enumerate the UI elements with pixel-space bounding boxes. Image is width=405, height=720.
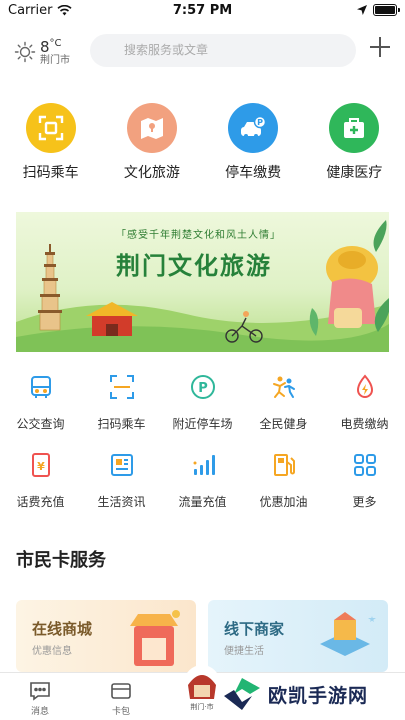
service-label: 话费充值	[16, 495, 65, 509]
service-label: 流量充值	[178, 495, 227, 509]
service-bus-query[interactable]: 公交查询	[0, 372, 81, 450]
car-parking-icon: P	[228, 103, 279, 153]
signal-icon	[188, 450, 218, 480]
banner-headline: 荆门文化旅游	[116, 252, 272, 280]
watermark-text: 欧凯手游网	[268, 684, 369, 707]
search-placeholder: 搜索服务或文章	[124, 43, 209, 57]
grid-icon	[350, 450, 380, 480]
status-right	[357, 4, 400, 16]
service-fuel-discount[interactable]: 优惠加油	[243, 450, 324, 528]
service-nearby-parking[interactable]: P 附近停车场	[162, 372, 243, 450]
tab-messages[interactable]: 消息	[15, 681, 65, 717]
tab-center-label: 荆门·市	[190, 702, 213, 711]
fuel-icon	[269, 450, 299, 480]
service-label: 生活资讯	[97, 495, 146, 509]
svg-text:¥: ¥	[37, 460, 45, 473]
service-label: 更多	[352, 495, 377, 509]
service-label: 优惠加油	[259, 495, 308, 509]
location-arrow-icon	[357, 5, 367, 15]
phone-bill-icon: ¥	[26, 450, 56, 480]
top-service-label: 停车缴费	[225, 165, 282, 181]
medical-kit-icon	[329, 103, 380, 153]
tab-wallet[interactable]: 卡包	[96, 681, 146, 717]
scan-icon	[107, 372, 137, 402]
temperature: 8°C	[40, 36, 70, 55]
service-more[interactable]: 更多	[324, 450, 405, 528]
message-icon	[30, 682, 50, 701]
bus-icon	[26, 372, 56, 402]
service-row: 公交查询 扫码乘车 P 附近停车场 全民健身 电费缴纳	[0, 372, 405, 450]
top-service-label: 健康医疗	[326, 165, 383, 181]
service-label: 电费缴纳	[340, 417, 389, 431]
service-phone-topup[interactable]: ¥ 话费充值	[0, 450, 81, 528]
news-icon	[107, 450, 137, 480]
clock: 7:57 PM	[172, 3, 233, 18]
tab-label: 卡包	[111, 707, 130, 717]
top-service-scan[interactable]: 扫码乘车	[0, 103, 101, 182]
service-label: 公交查询	[16, 417, 65, 431]
service-scan-ride[interactable]: 扫码乘车	[81, 372, 162, 450]
top-service-tourism[interactable]: 文化旅游	[101, 103, 202, 182]
weather-widget[interactable]: 8°C 荆门市	[14, 36, 70, 67]
card-subtitle: 优惠信息	[32, 646, 72, 657]
card-title: 线下商家	[224, 620, 285, 638]
store-illustration	[320, 612, 376, 656]
service-life-news[interactable]: 生活资讯	[81, 450, 162, 528]
tab-label: 消息	[30, 707, 49, 717]
tab-center-home[interactable]: 荆门·市	[180, 663, 224, 713]
sun-icon	[14, 41, 36, 62]
temperature-value: 8	[40, 38, 50, 56]
temperature-unit: °C	[49, 38, 62, 49]
svg-text:P: P	[198, 381, 208, 396]
flame-icon	[350, 372, 380, 402]
tourism-banner[interactable]: 「感受千年荆楚文化和风土人情」 荆门文化旅游	[16, 212, 389, 352]
map-icon	[126, 103, 177, 153]
parking-icon: P	[188, 372, 218, 402]
city-emblem-icon: 荆门·市	[184, 665, 220, 711]
city-label: 荆门市	[40, 55, 70, 66]
shop-illustration	[130, 610, 180, 666]
banner-tagline: 「感受千年荆楚文化和风土人情」	[116, 230, 281, 241]
add-button[interactable]	[369, 36, 391, 58]
service-fitness[interactable]: 全民健身	[243, 372, 324, 450]
card-title: 在线商城	[32, 620, 93, 638]
top-service-parking-pay[interactable]: P 停车缴费	[203, 103, 304, 182]
service-grid: 公交查询 扫码乘车 P 附近停车场 全民健身 电费缴纳 ¥ 话费充值 生活资讯 …	[0, 372, 405, 528]
top-service-label: 扫码乘车	[22, 165, 79, 181]
site-watermark: 欧凯手游网	[222, 676, 368, 712]
fitness-icon	[269, 372, 299, 402]
card-offline-merchants[interactable]: 线下商家 便捷生活	[208, 600, 388, 672]
header: 8°C 荆门市 搜索服务或文章	[0, 32, 405, 72]
watermark-logo	[224, 678, 260, 710]
svg-text:P: P	[257, 118, 263, 127]
wallet-icon	[111, 683, 131, 699]
service-label: 全民健身	[259, 417, 308, 431]
service-row: ¥ 话费充值 生活资讯 流量充值 优惠加油 更多	[0, 450, 405, 528]
card-subtitle: 便捷生活	[224, 646, 264, 657]
scan-icon	[25, 103, 76, 153]
card-online-mall[interactable]: 在线商城 优惠信息	[16, 600, 196, 672]
search-input[interactable]: 搜索服务或文章	[90, 34, 356, 67]
top-service-label: 文化旅游	[123, 165, 180, 181]
service-electricity[interactable]: 电费缴纳	[324, 372, 405, 450]
service-data-topup[interactable]: 流量充值	[162, 450, 243, 528]
battery-icon	[373, 4, 400, 16]
status-bar: Carrier 7:57 PM	[0, 0, 405, 22]
service-label: 附近停车场	[172, 417, 233, 431]
top-services: 扫码乘车 文化旅游 P 停车缴费 健康医疗	[0, 103, 405, 182]
top-service-health[interactable]: 健康医疗	[304, 103, 405, 182]
service-label: 扫码乘车	[97, 417, 146, 431]
section-title: 市民卡服务	[16, 550, 106, 571]
